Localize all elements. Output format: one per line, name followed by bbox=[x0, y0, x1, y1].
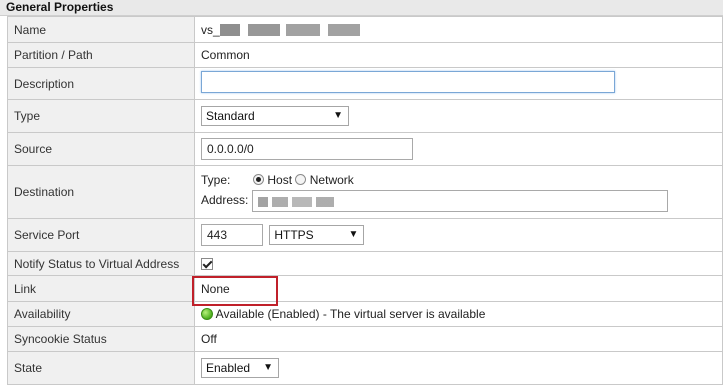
description-cell bbox=[194, 67, 723, 100]
network-radio-label[interactable]: Network bbox=[310, 173, 354, 187]
source-input[interactable]: 0.0.0.0/0 bbox=[201, 138, 413, 160]
syncookie-value: Off bbox=[194, 326, 723, 352]
link-label: Link bbox=[7, 275, 195, 302]
destination-type-line: Type: Host Network bbox=[201, 171, 716, 189]
partition-label: Partition / Path bbox=[7, 42, 195, 68]
state-label: State bbox=[7, 351, 195, 385]
row-source: Source 0.0.0.0/0 bbox=[7, 132, 723, 166]
name-value-cell: vs_ bbox=[194, 16, 723, 43]
description-label: Description bbox=[7, 67, 195, 100]
row-name: Name vs_ bbox=[7, 16, 723, 43]
host-radio[interactable] bbox=[253, 174, 265, 185]
link-highlight-box bbox=[192, 276, 278, 306]
row-state: State Enabled ▼ bbox=[7, 351, 723, 385]
section-title: General Properties bbox=[0, 0, 723, 16]
service-port-label: Service Port bbox=[7, 218, 195, 252]
available-status-icon bbox=[201, 308, 213, 320]
type-cell: Standard ▼ bbox=[194, 99, 723, 133]
destination-address-input[interactable] bbox=[251, 189, 668, 212]
type-select-value: Standard bbox=[206, 109, 255, 123]
row-service-port: Service Port 443 HTTPS ▼ bbox=[7, 218, 723, 252]
type-label: Type bbox=[7, 99, 195, 133]
row-destination: Destination Type: Host Network Address: bbox=[7, 165, 723, 219]
destination-address-label: Address: bbox=[201, 193, 249, 207]
row-description: Description bbox=[7, 67, 723, 100]
service-port-input[interactable]: 443 bbox=[201, 224, 263, 246]
source-label: Source bbox=[7, 132, 195, 166]
redacted-address-mask bbox=[257, 196, 338, 207]
chevron-down-icon: ▼ bbox=[348, 229, 359, 240]
row-partition: Partition / Path Common bbox=[7, 42, 723, 68]
row-availability: Availability Available (Enabled) - The v… bbox=[7, 301, 723, 327]
chevron-down-icon: ▼ bbox=[333, 110, 343, 121]
row-type: Type Standard ▼ bbox=[7, 99, 723, 133]
state-select-value: Enabled bbox=[206, 361, 251, 375]
destination-cell: Type: Host Network Address: bbox=[194, 165, 723, 219]
name-label: Name bbox=[7, 16, 195, 43]
network-radio[interactable] bbox=[295, 174, 307, 185]
service-port-cell: 443 HTTPS ▼ bbox=[194, 218, 723, 252]
syncookie-label: Syncookie Status bbox=[7, 326, 195, 352]
type-select[interactable]: Standard ▼ bbox=[201, 106, 349, 126]
service-port-select[interactable]: HTTPS ▼ bbox=[269, 225, 365, 245]
state-select[interactable]: Enabled ▼ bbox=[201, 358, 279, 378]
row-syncookie: Syncookie Status Off bbox=[7, 326, 723, 352]
availability-label: Availability bbox=[7, 301, 195, 327]
row-link: Link None bbox=[7, 275, 723, 302]
notify-label: Notify Status to Virtual Address bbox=[7, 251, 195, 276]
name-value: vs_ bbox=[201, 22, 220, 37]
destination-address-line: Address: bbox=[201, 189, 716, 213]
redacted-name-mask bbox=[219, 24, 410, 37]
source-cell: 0.0.0.0/0 bbox=[194, 132, 723, 166]
row-notify: Notify Status to Virtual Address bbox=[7, 251, 723, 276]
notify-checkbox[interactable] bbox=[201, 258, 213, 271]
chevron-down-icon: ▼ bbox=[263, 362, 273, 373]
service-port-select-value: HTTPS bbox=[274, 228, 314, 242]
notify-cell bbox=[194, 251, 723, 276]
destination-type-label: Type: bbox=[201, 173, 231, 187]
description-input[interactable] bbox=[201, 71, 615, 93]
partition-value: Common bbox=[194, 42, 723, 68]
state-cell: Enabled ▼ bbox=[194, 351, 723, 385]
host-radio-label[interactable]: Host bbox=[267, 173, 292, 187]
destination-label: Destination bbox=[7, 165, 195, 219]
general-properties-table: Name vs_ Partition / Path Common Descrip… bbox=[7, 16, 723, 385]
availability-value: Available (Enabled) - The virtual server… bbox=[215, 307, 486, 321]
